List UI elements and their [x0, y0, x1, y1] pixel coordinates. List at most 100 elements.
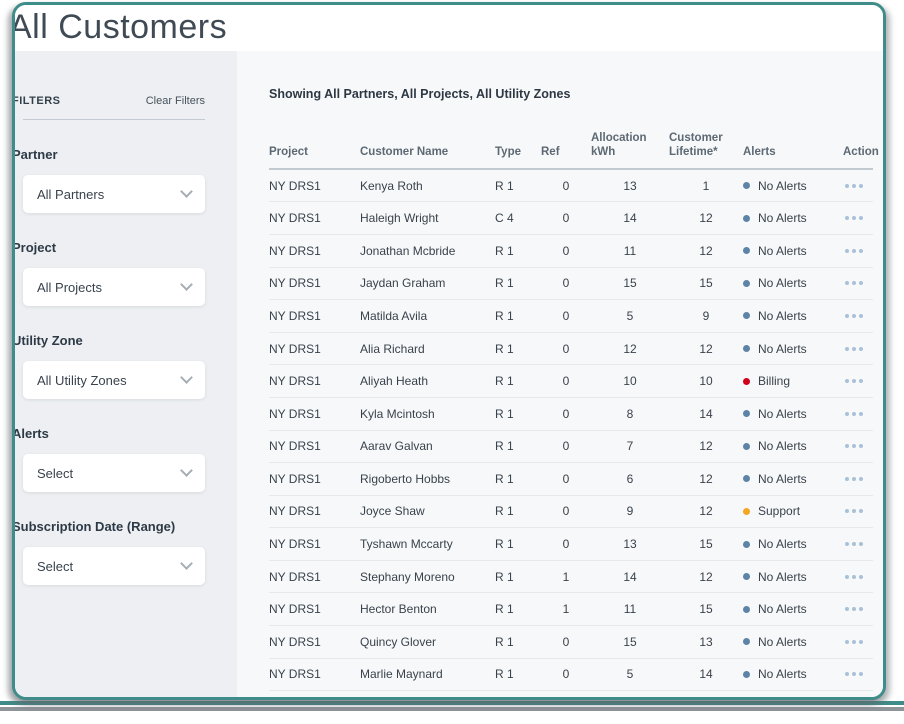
row-actions-menu-button[interactable]: [843, 601, 865, 617]
table-row: NY DRS1 Marlie Maynard R 1 0 5 14 No Ale…: [269, 659, 873, 692]
cell-customer-name: Quincy Glover: [360, 635, 495, 649]
cell-customer-name: Matilda Avila: [360, 309, 495, 323]
table-row: NY DRS1 Rigoberto Hobbs R 1 0 6 12 No Al…: [269, 463, 873, 496]
column-header: Action: [843, 145, 879, 159]
stacked-sheet-edge: [0, 701, 904, 705]
column-header: Ref: [541, 145, 591, 159]
titlebar: All Customers: [15, 5, 883, 51]
table-row: NY DRS1 Quincy Glover R 1 0 15 13 No Ale…: [269, 626, 873, 659]
cell-allocation-kwh: 7: [591, 439, 669, 453]
chevron-down-icon: [180, 464, 193, 477]
alert-status-label: No Alerts: [758, 407, 807, 421]
cell-ref: 0: [541, 211, 591, 225]
table-row: NY DRS1 Tyshawn Mccarty R 1 0 13 15 No A…: [269, 528, 873, 561]
filter-group: Project All Projects: [23, 240, 205, 306]
filter-label: Project: [12, 240, 205, 255]
cell-action: [843, 601, 879, 617]
filter-group: Alerts Select: [23, 426, 205, 492]
row-actions-menu-button[interactable]: [843, 438, 865, 454]
filter-select-value: All Utility Zones: [37, 373, 182, 388]
table-row: NY DRS1 Alia Richard R 1 0 12 12 No Aler…: [269, 333, 873, 366]
all-customers-window: All Customers FILTERS Clear Filters Part…: [12, 2, 886, 700]
row-actions-menu-button[interactable]: [843, 178, 865, 194]
filter-select[interactable]: All Projects: [23, 268, 205, 306]
table-row: NY DRS1 Joyce Shaw R 1 0 9 12 Support: [269, 496, 873, 529]
alert-status-label: Billing: [758, 374, 790, 388]
cell-ref: 1: [541, 570, 591, 584]
cell-customer-lifetime: 15: [669, 276, 743, 290]
cell-customer-lifetime: 12: [669, 504, 743, 518]
filter-select[interactable]: Select: [23, 547, 205, 585]
cell-action: [843, 373, 879, 389]
row-actions-menu-button[interactable]: [843, 569, 865, 585]
table-row: NY DRS1 Kenya Roth R 1 0 13 1 No Alerts: [269, 170, 873, 203]
table-row: NY DRS1 Kyla Mcintosh R 1 0 8 14 No Aler…: [269, 398, 873, 431]
cell-project: NY DRS1: [269, 244, 360, 258]
chevron-down-icon: [180, 278, 193, 291]
filter-select[interactable]: Select: [23, 454, 205, 492]
cell-customer-lifetime: 15: [669, 602, 743, 616]
cell-allocation-kwh: 6: [591, 472, 669, 486]
alert-status-dot: [743, 508, 750, 515]
cell-customer-lifetime: 12: [669, 570, 743, 584]
filter-select[interactable]: All Partners: [23, 175, 205, 213]
alert-status-dot: [743, 475, 750, 482]
row-actions-menu-button[interactable]: [843, 308, 865, 324]
filter-group: Utility Zone All Utility Zones: [23, 333, 205, 399]
cell-allocation-kwh: 9: [591, 504, 669, 518]
row-actions-menu-button[interactable]: [843, 634, 865, 650]
filter-groups: Partner All Partners Project All Project…: [23, 147, 237, 585]
cell-alerts: No Alerts: [743, 537, 843, 551]
row-actions-menu-button[interactable]: [843, 373, 865, 389]
row-actions-menu-button[interactable]: [843, 341, 865, 357]
column-header: Allocation kWh: [591, 131, 669, 160]
row-actions-menu-button[interactable]: [843, 210, 865, 226]
cell-customer-name: Rigoberto Hobbs: [360, 472, 495, 486]
cell-alerts: No Alerts: [743, 276, 843, 290]
cell-project: NY DRS1: [269, 374, 360, 388]
alert-status-dot: [743, 345, 750, 352]
cell-customer-name: Hector Benton: [360, 602, 495, 616]
alert-status-label: No Alerts: [758, 309, 807, 323]
chevron-down-icon: [180, 557, 193, 570]
table-body: NY DRS1 Kenya Roth R 1 0 13 1 No Alerts …: [269, 170, 873, 697]
table-row: NY DRS1 Jonathan Mcbride R 1 0 11 12 No …: [269, 235, 873, 268]
page-background: All Customers FILTERS Clear Filters Part…: [0, 0, 904, 724]
cell-action: [843, 243, 879, 259]
cell-customer-name: Stephany Moreno: [360, 570, 495, 584]
row-actions-menu-button[interactable]: [843, 666, 865, 682]
alert-status-dot: [743, 280, 750, 287]
row-actions-menu-button[interactable]: [843, 503, 865, 519]
alert-status-label: No Alerts: [758, 211, 807, 225]
cell-type: R 1: [495, 635, 541, 649]
cell-action: [843, 503, 879, 519]
cell-ref: 0: [541, 309, 591, 323]
cell-customer-name: Tyshawn Mccarty: [360, 537, 495, 551]
cell-ref: 0: [541, 276, 591, 290]
filter-group: Partner All Partners: [23, 147, 205, 213]
cell-allocation-kwh: 12: [591, 342, 669, 356]
filter-label: Subscription Date (Range): [12, 519, 205, 534]
alert-status-label: No Alerts: [758, 179, 807, 193]
row-actions-menu-button[interactable]: [843, 275, 865, 291]
cell-type: R 1: [495, 244, 541, 258]
cell-ref: 0: [541, 635, 591, 649]
alert-status-label: No Alerts: [758, 472, 807, 486]
alert-status-label: No Alerts: [758, 439, 807, 453]
filter-select[interactable]: All Utility Zones: [23, 361, 205, 399]
cell-allocation-kwh: 14: [591, 211, 669, 225]
cell-action: [843, 569, 879, 585]
alert-status-label: No Alerts: [758, 342, 807, 356]
alert-status-dot: [743, 443, 750, 450]
cell-customer-name: Marlie Maynard: [360, 667, 495, 681]
row-actions-menu-button[interactable]: [843, 243, 865, 259]
table-row: NY DRS1 Matilda Avila R 1 0 5 9 No Alert…: [269, 300, 873, 333]
row-actions-menu-button[interactable]: [843, 406, 865, 422]
clear-filters-button[interactable]: Clear Filters: [146, 95, 205, 107]
row-actions-menu-button[interactable]: [843, 536, 865, 552]
cell-type: R 1: [495, 407, 541, 421]
cell-customer-lifetime: 9: [669, 309, 743, 323]
row-actions-menu-button[interactable]: [843, 471, 865, 487]
alert-status-label: No Alerts: [758, 667, 807, 681]
cell-type: R 1: [495, 667, 541, 681]
